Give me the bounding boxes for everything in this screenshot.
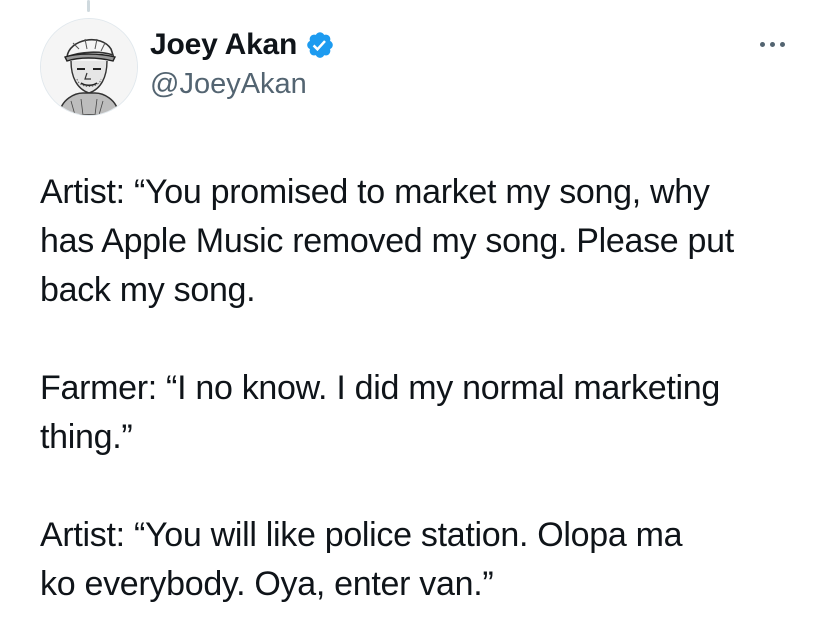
verified-badge-icon	[305, 30, 335, 60]
tweet-paragraph: Artist: “You will like police station. O…	[40, 516, 683, 603]
author-display-name[interactable]: Joey Akan	[150, 28, 297, 62]
avatar[interactable]	[40, 18, 138, 116]
more-dot	[779, 41, 785, 47]
tweet-paragraph: Artist: “You promised to market my song,…	[40, 173, 734, 309]
tweet-text: Artist: “You promised to market my song,…	[40, 168, 800, 609]
more-dots-icon	[759, 41, 765, 47]
tweet-paragraph: Farmer: “I no know. I did my normal mark…	[40, 369, 720, 456]
author-name-row: Joey Akan	[150, 26, 335, 64]
more-options-button[interactable]	[752, 32, 792, 56]
more-dot	[769, 41, 775, 47]
author-block: Joey Akan @JoeyAkan	[150, 26, 335, 101]
author-handle[interactable]: @JoeyAkan	[150, 68, 335, 101]
tweet: Joey Akan @JoeyAkan Artist: “You promise…	[0, 0, 828, 644]
avatar-illustration	[41, 19, 137, 115]
